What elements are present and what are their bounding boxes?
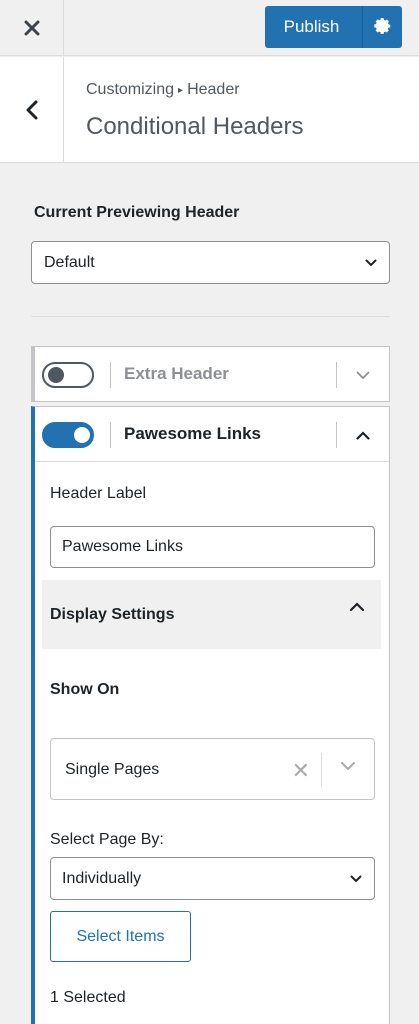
header-label-input[interactable] <box>50 526 375 568</box>
header-toggle[interactable] <box>42 422 94 448</box>
header-item-row: Extra Header <box>35 347 389 401</box>
toggle-knob <box>74 427 90 443</box>
collapse-button[interactable] <box>351 423 375 447</box>
separator <box>336 362 337 388</box>
previewing-header-select[interactable]: Default <box>31 241 390 284</box>
chevron-up-icon <box>349 602 365 612</box>
header-label-caption: Header Label <box>50 485 147 502</box>
display-settings-section[interactable]: Display Settings <box>42 580 381 649</box>
select-page-by-select[interactable]: Individually <box>50 857 375 900</box>
breadcrumb: Customizing ▸ Header <box>86 81 240 99</box>
chevron-down-icon <box>356 371 370 379</box>
toggle-knob <box>48 367 64 383</box>
chevron-left-icon <box>26 100 37 120</box>
breadcrumb-separator: ▸ <box>178 85 184 96</box>
previewing-header-label: Current Previewing Header <box>34 204 240 221</box>
chevron-down-icon <box>350 875 362 882</box>
separator <box>110 422 111 448</box>
previewing-header-value: Default <box>44 253 95 271</box>
publish-settings-button[interactable] <box>362 6 402 48</box>
divider <box>31 316 390 317</box>
publish-button[interactable]: Publish <box>265 6 362 48</box>
panel-header: Customizing ▸ Header Conditional Headers <box>0 57 419 163</box>
customizer-topbar: Publish <box>0 0 419 56</box>
header-toggle[interactable] <box>42 362 94 388</box>
divider <box>35 461 389 462</box>
chevron-down-icon[interactable] <box>340 761 356 771</box>
expand-button[interactable] <box>351 363 375 387</box>
close-button[interactable] <box>0 0 64 56</box>
header-item-title: Extra Header <box>124 364 229 383</box>
clear-icon[interactable]: ✕ <box>292 758 310 784</box>
header-item-extra-header: Extra Header <box>31 346 390 402</box>
select-page-by-value: Individually <box>62 869 142 887</box>
publish-button-group: Publish <box>265 6 402 48</box>
show-on-label: Show On <box>50 681 120 698</box>
separator <box>110 362 111 388</box>
selected-count: 1 Selected <box>50 989 126 1006</box>
chevron-up-icon <box>356 430 370 440</box>
header-item-row: Pawesome Links <box>35 407 389 461</box>
select-items-button[interactable]: Select Items <box>50 911 191 962</box>
show-on-select[interactable]: Single Pages ✕ <box>50 738 375 800</box>
breadcrumb-current: Header <box>187 81 240 98</box>
close-icon <box>24 20 39 36</box>
separator <box>321 753 322 787</box>
separator <box>336 422 337 448</box>
header-item-pawesome-links: Pawesome Links Header Label Display Sett… <box>31 406 390 1024</box>
breadcrumb-root: Customizing <box>86 81 175 98</box>
select-page-by-label: Select Page By: <box>50 831 164 848</box>
back-button[interactable] <box>0 57 64 163</box>
display-settings-label: Display Settings <box>50 606 175 623</box>
header-item-title: Pawesome Links <box>124 424 262 443</box>
show-on-value: Single Pages <box>65 761 160 778</box>
page-title: Conditional Headers <box>86 113 304 140</box>
gear-icon <box>373 18 390 34</box>
chevron-down-icon <box>365 259 377 266</box>
